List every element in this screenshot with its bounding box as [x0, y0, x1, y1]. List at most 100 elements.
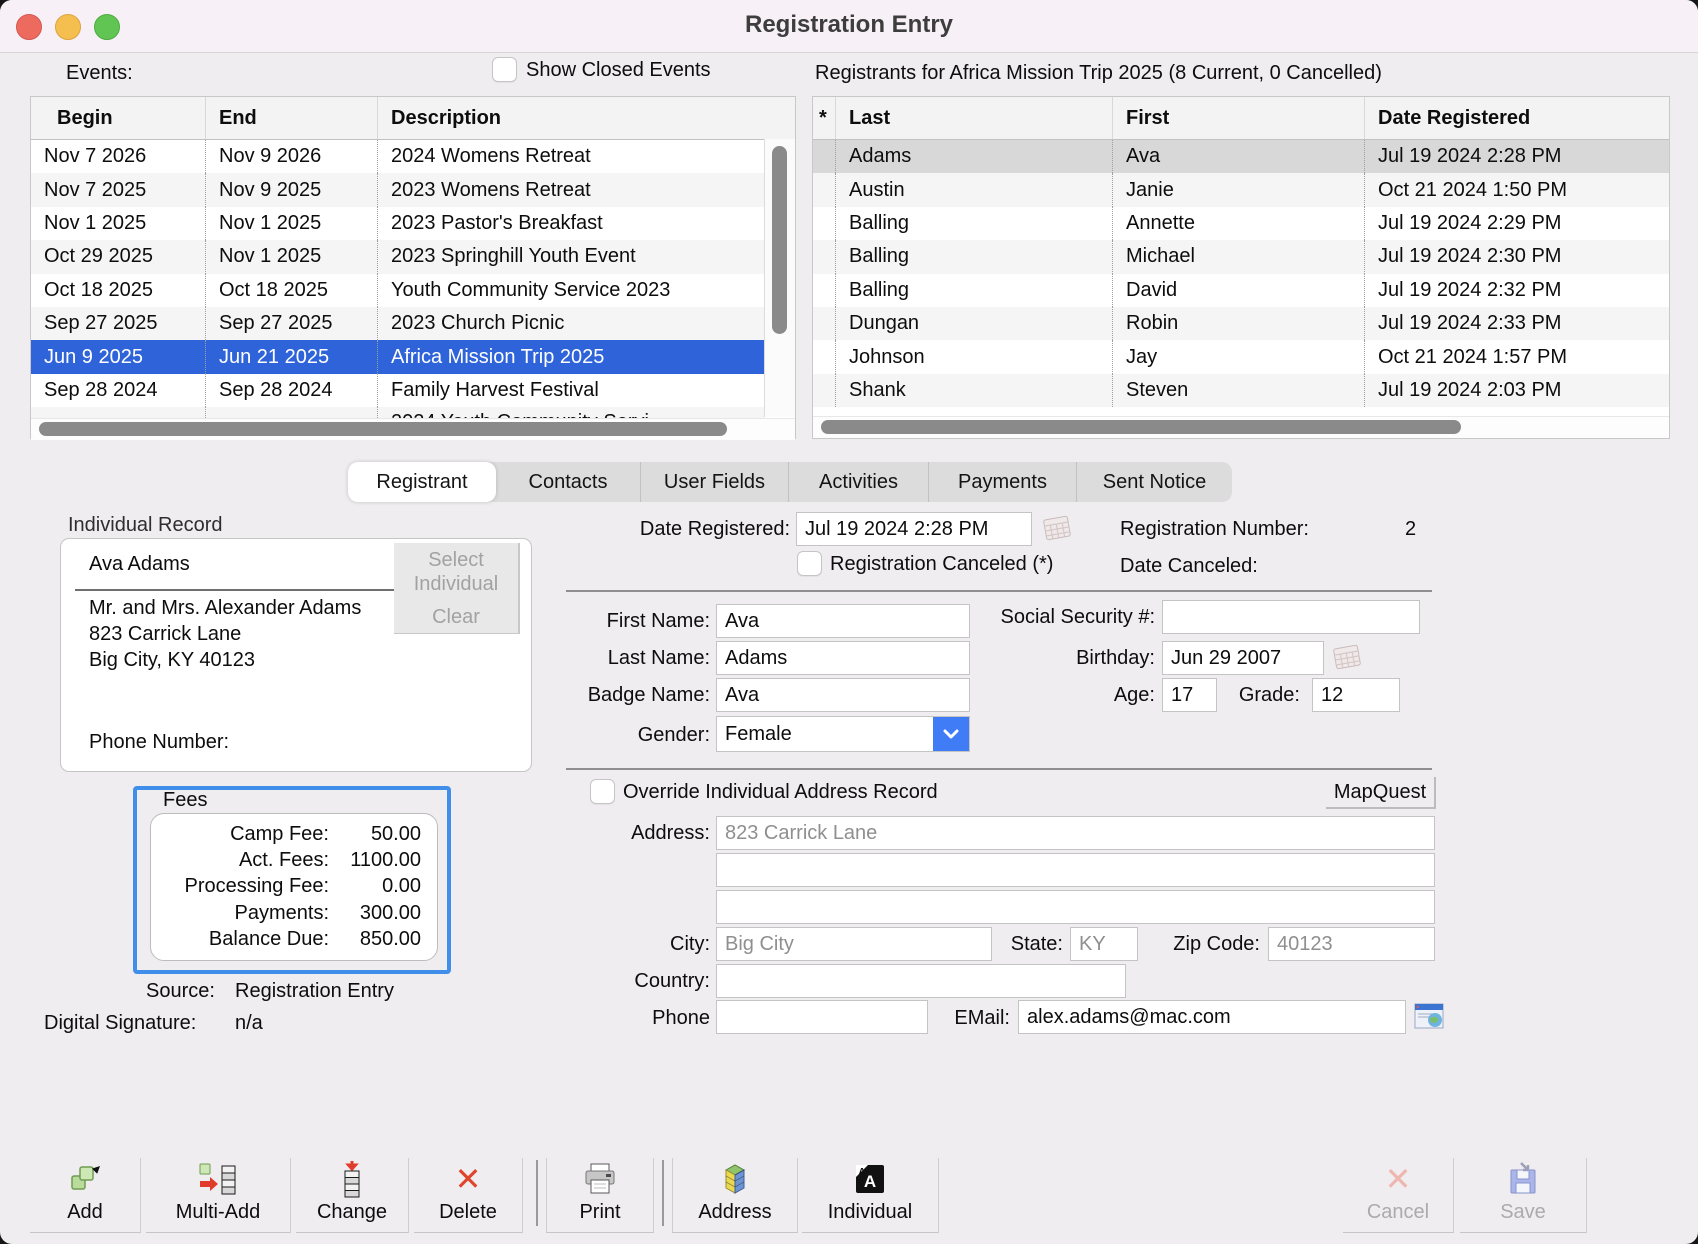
event-begin: Sep 28 2024 [31, 374, 205, 407]
event-row-partial[interactable]: 2024 Youth Community Servi [31, 407, 765, 418]
country-input[interactable] [716, 964, 1126, 998]
date-registered-input[interactable] [796, 512, 1032, 546]
age-input[interactable] [1162, 678, 1217, 712]
event-begin [31, 407, 205, 418]
registrant-row[interactable]: Balling David Jul 19 2024 2:32 PM [813, 274, 1669, 307]
registrants-col-last[interactable]: Last [835, 97, 1112, 139]
registrant-row[interactable]: Shank Steven Jul 19 2024 2:03 PM [813, 374, 1669, 407]
tab-contacts[interactable]: Contacts [496, 462, 640, 502]
print-button[interactable]: Print [546, 1158, 654, 1233]
registrant-row[interactable]: Dungan Robin Jul 19 2024 2:33 PM [813, 307, 1669, 340]
email-client-icon[interactable] [1414, 1003, 1444, 1029]
events-table: Begin End Description Nov 7 2026 Nov 9 2… [30, 96, 796, 439]
registrant-row-selected[interactable]: Adams Ava Jul 19 2024 2:28 PM [813, 140, 1669, 173]
event-begin: Nov 1 2025 [31, 207, 205, 240]
events-vertical-scrollbar[interactable] [764, 139, 795, 417]
event-row[interactable]: Nov 1 2025 Nov 1 2025 2023 Pastor's Brea… [31, 207, 765, 240]
events-col-end[interactable]: End [205, 97, 377, 139]
address-line1-input[interactable] [716, 816, 1435, 850]
registrants-table-empty-area [813, 407, 1669, 416]
tab-payments[interactable]: Payments [928, 462, 1076, 502]
state-input[interactable] [1070, 927, 1138, 961]
registrant-row[interactable]: Balling Annette Jul 19 2024 2:29 PM [813, 207, 1669, 240]
cancel-button[interactable]: ✕ Cancel [1343, 1158, 1454, 1233]
section-divider [566, 768, 1432, 770]
select-individual-button[interactable]: Select Individual [394, 543, 520, 602]
event-row[interactable]: Oct 29 2025 Nov 1 2025 2023 Springhill Y… [31, 240, 765, 273]
gender-value: Female [717, 717, 933, 751]
event-description: 2023 Womens Retreat [377, 173, 765, 206]
address-line3-input[interactable] [716, 890, 1435, 924]
event-row-selected[interactable]: Jun 9 2025 Jun 21 2025 Africa Mission Tr… [31, 340, 765, 373]
city-input[interactable] [716, 927, 992, 961]
registrants-col-first[interactable]: First [1112, 97, 1364, 139]
event-end: Nov 9 2026 [205, 140, 377, 173]
registrants-col-date[interactable]: Date Registered [1364, 97, 1669, 139]
email-input[interactable] [1018, 1000, 1406, 1034]
event-row[interactable]: Nov 7 2025 Nov 9 2025 2023 Womens Retrea… [31, 173, 765, 206]
event-row[interactable]: Sep 28 2024 Sep 28 2024 Family Harvest F… [31, 374, 765, 407]
individual-name: Ava Adams [89, 553, 190, 576]
phone-input[interactable] [716, 1000, 928, 1034]
registration-canceled-checkbox[interactable] [797, 551, 822, 576]
events-hscroll-thumb[interactable] [39, 422, 727, 436]
add-button[interactable]: Add [30, 1158, 141, 1233]
registrants-hscroll-thumb[interactable] [821, 420, 1461, 434]
individual-button[interactable]: AA Individual [802, 1158, 939, 1233]
events-col-begin[interactable]: Begin [31, 97, 205, 139]
registrant-row[interactable]: Johnson Jay Oct 21 2024 1:57 PM [813, 340, 1669, 373]
svg-text:A: A [864, 1172, 876, 1191]
fee-row: Processing Fee:0.00 [151, 875, 437, 898]
event-description: 2024 Youth Community Servi [377, 407, 765, 418]
clear-individual-button[interactable]: Clear [394, 601, 520, 634]
multi-add-button[interactable]: Multi-Add [146, 1158, 291, 1233]
state-label: State: [1011, 933, 1063, 956]
ssn-input[interactable] [1162, 600, 1420, 634]
gender-dropdown-button[interactable] [933, 717, 969, 751]
event-row[interactable]: Sep 27 2025 Sep 27 2025 2023 Church Picn… [31, 307, 765, 340]
registrants-horizontal-scrollbar[interactable] [813, 416, 1669, 438]
registrant-last: Austin [835, 173, 1112, 206]
registrant-first: Steven [1112, 374, 1364, 407]
events-col-description[interactable]: Description [377, 97, 765, 139]
fee-row: Balance Due:850.00 [151, 928, 437, 951]
print-icon [581, 1158, 619, 1200]
tab-registrant[interactable]: Registrant [348, 462, 496, 502]
birthday-calendar-icon[interactable] [1332, 643, 1362, 671]
tab-user-fields[interactable]: User Fields [640, 462, 788, 502]
delete-button[interactable]: ✕ Delete [414, 1158, 523, 1233]
fee-value: 0.00 [329, 875, 437, 898]
registrant-last: Dungan [835, 307, 1112, 340]
save-button[interactable]: Save [1460, 1158, 1587, 1233]
calendar-icon[interactable] [1042, 514, 1072, 542]
birthday-input[interactable] [1162, 641, 1324, 675]
grade-input[interactable] [1312, 678, 1400, 712]
event-description: Family Harvest Festival [377, 374, 765, 407]
event-row[interactable]: Nov 7 2026 Nov 9 2026 2024 Womens Retrea… [31, 140, 765, 173]
mapquest-button[interactable]: MapQuest [1326, 777, 1436, 809]
fees-box[interactable]: Camp Fee:50.00 Act. Fees:1100.00 Process… [150, 813, 438, 961]
show-closed-events-checkbox[interactable] [492, 57, 517, 82]
address-label: Address: [631, 822, 710, 845]
first-name-label: First Name: [607, 610, 710, 633]
override-address-checkbox[interactable] [590, 779, 615, 804]
events-horizontal-scrollbar[interactable] [31, 418, 795, 440]
address-line2-input[interactable] [716, 853, 1435, 887]
change-button[interactable]: Change [296, 1158, 409, 1233]
registrants-col-star[interactable]: * [813, 97, 835, 139]
badge-name-input[interactable] [716, 678, 970, 712]
zip-code-input[interactable] [1268, 927, 1435, 961]
events-label: Events: [66, 62, 133, 85]
registrant-row[interactable]: Balling Michael Jul 19 2024 2:30 PM [813, 240, 1669, 273]
last-name-input[interactable] [716, 641, 970, 675]
first-name-input[interactable] [716, 604, 970, 638]
phone-label: Phone [652, 1007, 710, 1030]
city-label: City: [670, 933, 710, 956]
tab-activities[interactable]: Activities [788, 462, 928, 502]
address-button[interactable]: Address [672, 1158, 798, 1233]
registrant-row[interactable]: Austin Janie Oct 21 2024 1:50 PM [813, 173, 1669, 206]
tab-sent-notice[interactable]: Sent Notice [1076, 462, 1232, 502]
gender-select[interactable]: Female [716, 716, 970, 752]
event-row[interactable]: Oct 18 2025 Oct 18 2025 Youth Community … [31, 274, 765, 307]
events-vscroll-thumb[interactable] [772, 146, 787, 334]
